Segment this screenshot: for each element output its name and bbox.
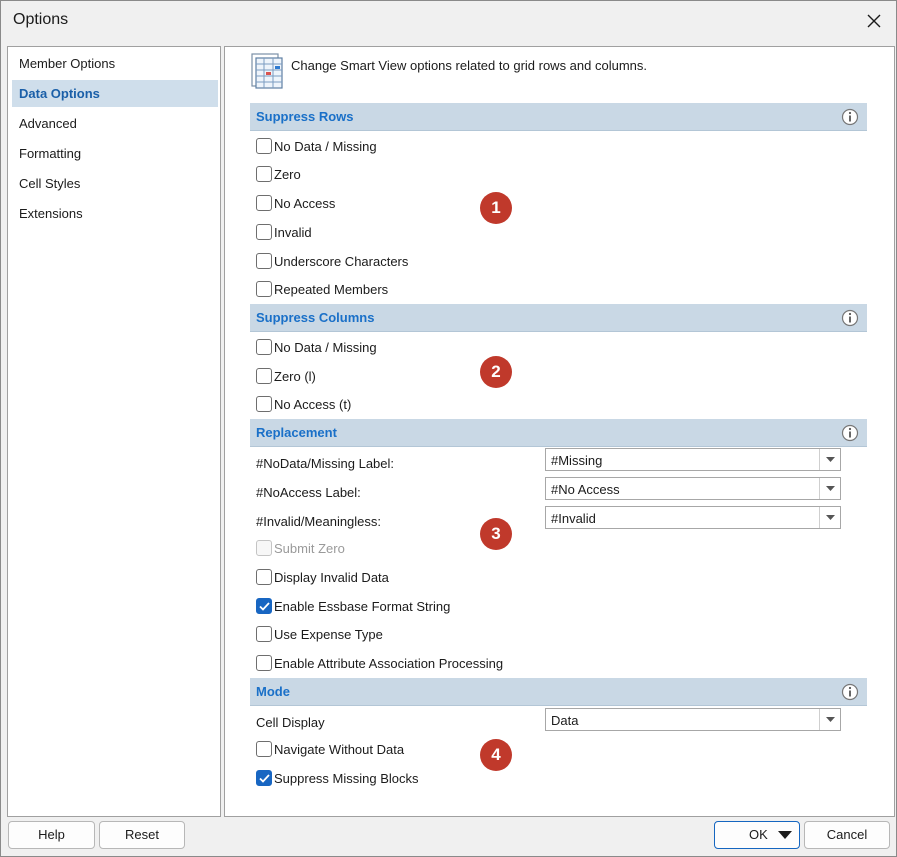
checkmark-icon <box>259 602 270 611</box>
section-suppress-rows: Suppress Rows <box>250 103 867 131</box>
info-icon[interactable] <box>841 309 859 327</box>
section-title: Mode <box>256 684 290 699</box>
checkbox[interactable] <box>256 253 272 269</box>
nav-item-member-options[interactable]: Member Options <box>12 50 218 77</box>
callout-badge-1: 1 <box>480 192 512 224</box>
checkbox[interactable] <box>256 224 272 240</box>
nodata-missing-combo[interactable]: #Missing <box>545 448 841 471</box>
info-icon[interactable] <box>841 108 859 126</box>
info-icon[interactable] <box>841 424 859 442</box>
cell-display-combo[interactable]: Data <box>545 708 841 731</box>
cell-display-label: Cell Display <box>256 715 325 730</box>
checkbox-label: Submit Zero <box>274 541 345 556</box>
checkbox[interactable] <box>256 396 272 412</box>
nav-item-extensions[interactable]: Extensions <box>12 200 218 227</box>
checkbox-label: No Access <box>274 196 336 211</box>
checkbox[interactable] <box>256 195 272 211</box>
nav-item-advanced[interactable]: Advanced <box>12 110 218 137</box>
dropdown-button[interactable] <box>819 709 840 730</box>
dropdown-button[interactable] <box>819 507 840 528</box>
info-icon[interactable] <box>841 683 859 701</box>
section-mode: Mode <box>250 678 867 706</box>
dropdown-button[interactable] <box>819 478 840 499</box>
window-title: Options <box>13 11 69 28</box>
chevron-down-icon <box>826 457 835 462</box>
chevron-down-icon <box>826 486 835 491</box>
close-icon <box>867 14 881 28</box>
section-title: Replacement <box>256 425 337 440</box>
checkbox-label: Suppress Missing Blocks <box>274 771 419 786</box>
close-button[interactable] <box>858 5 890 37</box>
dropdown-button[interactable] <box>819 449 840 470</box>
checkbox-label: Navigate Without Data <box>274 742 405 757</box>
nav-item-data-options[interactable]: Data Options <box>12 80 218 107</box>
callout-badge-2: 2 <box>480 356 512 388</box>
checkbox-label: Invalid <box>274 225 312 240</box>
nodata-missing-label: #NoData/Missing Label: <box>256 456 395 471</box>
checkbox[interactable] <box>256 655 272 671</box>
panel-description: Change Smart View options related to gri… <box>291 58 648 73</box>
checkbox-label: No Access (t) <box>274 397 352 412</box>
checkbox-label: Display Invalid Data <box>274 570 389 585</box>
invalid-meaningless-combo[interactable]: #Invalid <box>545 506 841 529</box>
checkbox-label: Enable Essbase Format String <box>274 599 451 614</box>
options-nav: Member Options Data Options Advanced For… <box>7 46 221 817</box>
callout-badge-3: 3 <box>480 518 512 550</box>
checkbox-label: Zero <box>274 167 301 182</box>
checkbox-label: No Data / Missing <box>274 340 377 355</box>
checkbox-label: Use Expense Type <box>274 627 383 642</box>
data-options-panel: Change Smart View options related to gri… <box>224 46 895 817</box>
checkbox[interactable] <box>256 598 272 614</box>
help-button[interactable]: Help <box>8 821 95 849</box>
nav-item-cell-styles[interactable]: Cell Styles <box>12 170 218 197</box>
nav-item-formatting[interactable]: Formatting <box>12 140 218 167</box>
chevron-down-icon <box>826 717 835 722</box>
section-title: Suppress Columns <box>256 310 375 325</box>
checkmark-icon <box>259 774 270 783</box>
title-bar: Options <box>1 1 896 41</box>
checkbox[interactable] <box>256 770 272 786</box>
cancel-button[interactable]: Cancel <box>804 821 890 849</box>
checkbox[interactable] <box>256 138 272 154</box>
ok-button-label: OK <box>749 827 768 842</box>
reset-button[interactable]: Reset <box>99 821 185 849</box>
combo-value: #No Access <box>551 482 620 497</box>
noaccess-label: #NoAccess Label: <box>256 485 361 500</box>
noaccess-combo[interactable]: #No Access <box>545 477 841 500</box>
checkbox[interactable] <box>256 569 272 585</box>
options-dialog: Options Member Options Data Options Adva… <box>0 0 897 857</box>
chevron-down-icon <box>826 515 835 520</box>
checkbox[interactable] <box>256 281 272 297</box>
combo-value: #Invalid <box>551 511 596 526</box>
ok-button[interactable]: OK <box>714 821 800 849</box>
checkbox[interactable] <box>256 741 272 757</box>
callout-badge-4: 4 <box>480 739 512 771</box>
checkbox[interactable] <box>256 626 272 642</box>
section-replacement: Replacement <box>250 419 867 447</box>
invalid-meaningless-label: #Invalid/Meaningless: <box>256 514 382 529</box>
checkbox-label: Repeated Members <box>274 282 389 297</box>
grid-options-icon <box>251 53 283 89</box>
section-title: Suppress Rows <box>256 109 354 124</box>
checkbox[interactable] <box>256 166 272 182</box>
combo-value: Data <box>551 713 579 728</box>
checkbox <box>256 540 272 556</box>
checkbox[interactable] <box>256 339 272 355</box>
checkbox-label: Underscore Characters <box>274 254 409 269</box>
section-suppress-columns: Suppress Columns <box>250 304 867 332</box>
checkbox-label: No Data / Missing <box>274 139 377 154</box>
checkbox[interactable] <box>256 368 272 384</box>
combo-value: #Missing <box>551 453 603 468</box>
dropdown-arrow-icon[interactable] <box>778 831 792 839</box>
checkbox-label: Enable Attribute Association Processing <box>274 656 504 671</box>
checkbox-label: Zero (l) <box>274 369 316 384</box>
